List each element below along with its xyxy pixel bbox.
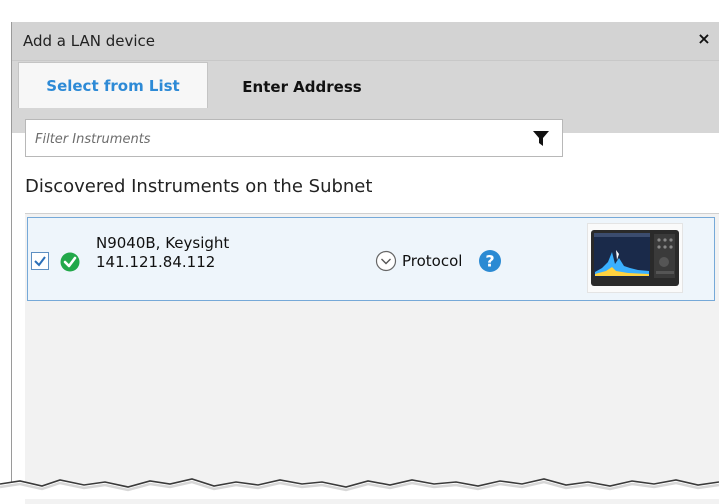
status-ok-icon [60,252,80,272]
instrument-checkbox[interactable] [31,252,49,270]
instrument-row[interactable]: N9040B, Keysight 141.121.84.112 Protocol… [27,217,715,301]
svg-text:?: ? [485,252,494,271]
tab-enter-address[interactable]: Enter Address [217,69,387,105]
dialog-titlebar: Add a LAN device × [12,22,719,61]
instrument-list: N9040B, Keysight 141.121.84.112 Protocol… [25,213,719,504]
filter-icon[interactable] [532,130,550,148]
tab-select-from-list[interactable]: Select from List [18,62,208,108]
section-heading: Discovered Instruments on the Subnet [25,176,373,197]
instrument-thumbnail [587,223,683,293]
filter-input[interactable] [33,120,517,158]
instrument-address: 141.121.84.112 [96,253,216,271]
protocol-label[interactable]: Protocol [402,252,462,270]
filter-box [25,119,563,158]
dialog-title: Add a LAN device [23,32,155,50]
help-icon[interactable]: ? [478,249,502,273]
instrument-name: N9040B, Keysight [96,234,230,252]
add-lan-device-dialog: Add a LAN device × Select from List Ente… [11,22,719,504]
close-button[interactable]: × [696,30,712,48]
chevron-down-icon[interactable] [375,250,397,272]
checkmark-icon [34,256,46,267]
torn-edge [0,478,719,499]
